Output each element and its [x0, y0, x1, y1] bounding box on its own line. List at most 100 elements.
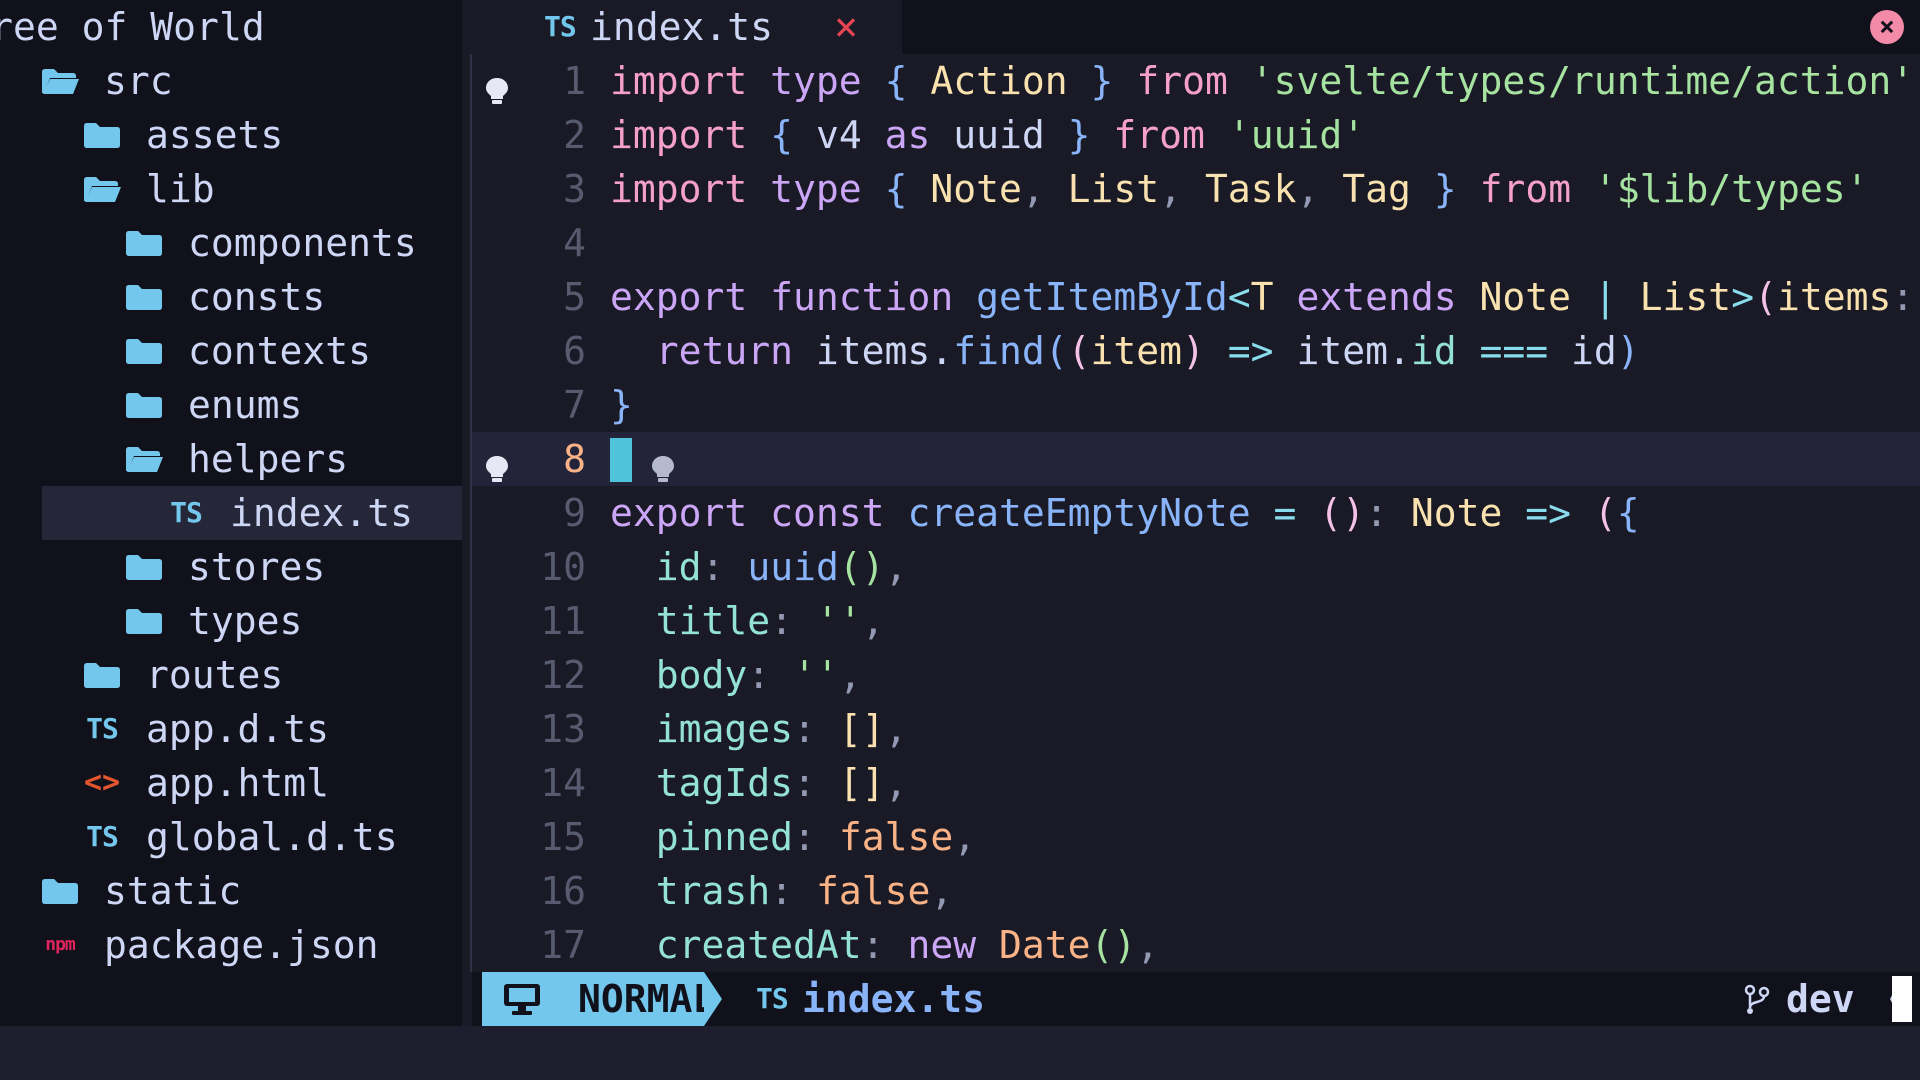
code-token: (	[1593, 491, 1617, 535]
code-line[interactable]: 6 return items.find((item) => item.id ==…	[472, 324, 1920, 378]
tree-item[interactable]: TS global.d.ts	[0, 810, 462, 864]
tree-item[interactable]: routes	[0, 648, 462, 702]
tree-item[interactable]: enums	[0, 378, 462, 432]
code-token: 'svelte/types/runtime/action'	[1250, 59, 1915, 103]
code-line[interactable]: 10 id: uuid(),	[472, 540, 1920, 594]
code-line[interactable]: 2 import { v4 as uuid } from 'uuid'	[472, 108, 1920, 162]
code-text: import { v4 as uuid } from 'uuid'	[610, 108, 1365, 162]
tree-item-label: enums	[188, 383, 303, 427]
command-line[interactable]	[0, 1026, 1920, 1080]
code-line[interactable]: 3 import type { Note, List, Task, Tag } f…	[472, 162, 1920, 216]
code-token: ()	[1319, 491, 1366, 535]
code-line[interactable]: 13 images: [],	[472, 702, 1920, 756]
tree-item-label: routes	[146, 653, 284, 697]
code-token: )	[1616, 329, 1640, 373]
line-number: 11	[540, 599, 586, 643]
code-token: id	[1410, 329, 1457, 373]
tree-item-label: lib	[146, 167, 215, 211]
code-action-lightbulb-icon[interactable]	[648, 444, 678, 482]
status-line: NORMAL TS index.ts dev	[472, 972, 1920, 1026]
tree-item[interactable]: static	[0, 864, 462, 918]
tree-item[interactable]: TS app.d.ts	[0, 702, 462, 756]
tree-item[interactable]: lib	[0, 162, 462, 216]
status-file-name: index.ts	[802, 977, 986, 1021]
code-token: {	[770, 113, 794, 157]
code-token: =>	[1525, 491, 1572, 535]
tree-item[interactable]: components	[0, 216, 462, 270]
tab-index-ts[interactable]: TS index.ts ×	[462, 0, 902, 54]
code-token: title	[655, 599, 771, 643]
code-token: {	[884, 167, 908, 211]
code-token: :	[770, 599, 794, 643]
tree-item-label: helpers	[188, 437, 349, 481]
code-token: import	[610, 113, 748, 157]
tree-item[interactable]: <> app.html	[0, 756, 462, 810]
code-line[interactable]: 12 body: '',	[472, 648, 1920, 702]
code-text: }	[610, 378, 633, 432]
code-token: ,	[884, 545, 908, 589]
lightbulb-icon[interactable]	[482, 66, 512, 104]
code-text: id: uuid(),	[610, 540, 908, 594]
code-line[interactable]: 7}	[472, 378, 1920, 432]
close-tab-icon[interactable]: ×	[834, 0, 858, 54]
code-token: List	[1639, 275, 1732, 319]
tree-item[interactable]: src	[0, 54, 462, 108]
code-token: =>	[1227, 329, 1274, 373]
code-token: return	[655, 329, 794, 373]
tree-item[interactable]: TS index.ts	[42, 486, 462, 540]
tree-item-label: assets	[146, 113, 284, 157]
tree-item-label: static	[104, 869, 242, 913]
tree-item[interactable]: npm package.json	[0, 918, 462, 972]
lightbulb-icon[interactable]	[482, 444, 512, 482]
code-token: item.	[1273, 329, 1411, 373]
code-token: Task	[1204, 167, 1297, 211]
code-line[interactable]: 9 export const createEmptyNote = (): Note…	[472, 486, 1920, 540]
code-token: List	[1067, 167, 1160, 211]
code-line[interactable]: 14 tagIds: [],	[472, 756, 1920, 810]
close-window-icon[interactable]: ×	[1870, 10, 1904, 44]
code-line[interactable]: 16 trash: false,	[472, 864, 1920, 918]
code-token: {	[1616, 491, 1640, 535]
code-token: (	[1067, 329, 1091, 373]
code-text: tagIds: [],	[610, 756, 908, 810]
code-line[interactable]: 5 export function getItemById<T extends N…	[472, 270, 1920, 324]
code-editor[interactable]: 1 import type { Action } from 'svelte/typ…	[472, 54, 1920, 972]
code-line[interactable]: 15 pinned: false,	[472, 810, 1920, 864]
code-text: createdAt: new Date(),	[610, 918, 1159, 972]
code-token: }	[1433, 167, 1457, 211]
tree-item[interactable]: types	[0, 594, 462, 648]
code-line[interactable]: 8	[472, 432, 1920, 486]
code-token: ,	[1159, 167, 1183, 211]
code-token: ,	[930, 869, 954, 913]
tree-item[interactable]: stores	[0, 540, 462, 594]
file-badge: npm	[45, 934, 75, 955]
tree-item[interactable]: assets	[0, 108, 462, 162]
code-token: :	[793, 815, 816, 859]
file-tree-title: Tree of World	[0, 5, 265, 49]
code-line[interactable]: 11 title: '',	[472, 594, 1920, 648]
code-token: ,	[861, 599, 885, 643]
code-line[interactable]: 4	[472, 216, 1920, 270]
tree-item[interactable]: helpers	[0, 432, 462, 486]
tree-item[interactable]: contexts	[0, 324, 462, 378]
code-line[interactable]: 1 import type { Action } from 'svelte/typ…	[472, 54, 1920, 108]
code-token: ===	[1479, 329, 1549, 373]
code-line[interactable]: 17 createdAt: new Date(),	[472, 918, 1920, 972]
tree-item-label: src	[104, 59, 173, 103]
file-tree-sidebar: Tree of World src assets lib components cons…	[0, 0, 462, 1026]
code-token: Note	[930, 167, 1022, 211]
typescript-file-icon: TS	[82, 702, 122, 756]
code-token: ,	[1136, 923, 1160, 967]
tree-item[interactable]: consts	[0, 270, 462, 324]
